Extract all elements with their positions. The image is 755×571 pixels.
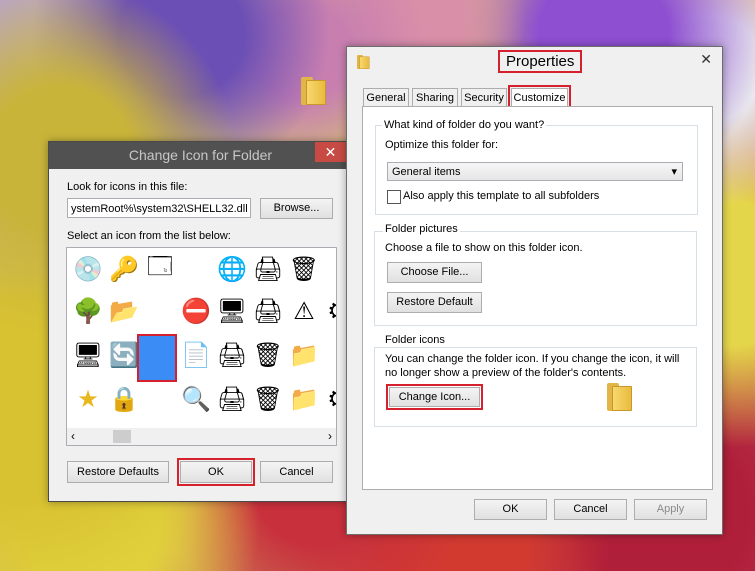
folder-type-label: What kind of folder do you want? [382,119,547,131]
apply-button[interactable]: Apply [634,499,707,520]
folder-front [306,80,326,105]
lock-icon[interactable]: 🔒 [107,382,141,416]
change-icon-title: Change Icon for Folder [128,147,273,163]
chevron-down-icon: ▾ [671,166,677,178]
choose-file-button[interactable]: Choose File... [387,262,482,283]
icon-file-path-input[interactable]: ystemRoot%\system32\SHELL32.dll [67,198,251,218]
pictures-description: Choose a file to show on this folder ico… [385,242,583,254]
folder-arrow-icon[interactable]: 📂 [107,294,141,328]
icons-description-line2: no longer show a preview of the folder's… [385,367,627,379]
tab-general[interactable]: General [363,88,409,106]
change-icon-dialog: Change Icon for Folder ✕ Look for icons … [48,141,353,502]
restore-default-button[interactable]: Restore Default [387,292,482,313]
gear-icon[interactable]: ⚙ [321,382,336,416]
folder-pictures-label: Folder pictures [383,223,460,235]
subfolders-label: Also apply this template to all subfolde… [403,190,600,202]
globe-search-icon[interactable]: 🌐 [215,252,249,286]
printer-add-icon[interactable]: 🖨 [215,382,249,416]
folder-preview-icon [607,383,633,411]
control-panel-icon[interactable]: 🖥 [215,294,249,328]
change-icon-button[interactable]: Change Icon... [386,384,483,410]
printer-icon[interactable]: 🖨 [251,294,285,328]
warning-icon[interactable]: ⚠ [287,294,321,328]
folder-small-icon [357,55,370,69]
computer-folder-icon[interactable]: 🖥 [71,338,105,372]
scroll-right-arrow[interactable]: › [328,429,332,443]
folder-warning-icon[interactable]: 📁 [287,338,321,372]
browse-button[interactable]: Browse... [260,198,333,219]
properties-title: Properties [497,50,583,73]
optimize-select[interactable]: General items ▾ [387,162,683,181]
printer-icon[interactable]: 🖨 [251,252,285,286]
selected-blank-icon[interactable] [137,334,177,382]
desktop-folder-icon[interactable] [301,77,327,105]
icon-list[interactable]: ⚙📁🗑🖨🔍🔒★📁🗑🖨📄🔄🖥⚙⚠🖨🖥⛔📂🌳🗑🖨🌐🗔🔑💿 ‹ › [66,247,337,446]
scrollbar-thumb[interactable] [113,430,131,443]
drive-error-icon[interactable]: ⛔ [179,294,213,328]
subfolders-checkbox[interactable] [387,190,401,204]
ok-button[interactable]: OK [474,499,547,520]
properties-dialog: Properties ✕ General Sharing Security Cu… [346,46,723,535]
change-icon-titlebar: Change Icon for Folder ✕ [49,142,352,169]
tab-sharing[interactable]: Sharing [412,88,458,106]
cd-drive-icon[interactable]: 💿 [71,252,105,286]
star-icon[interactable]: ★ [71,382,105,416]
gear-icon[interactable]: ⚙ [321,294,336,328]
tab-security[interactable]: Security [461,88,507,106]
ok-button[interactable]: OK [177,458,255,486]
close-button[interactable]: ✕ [700,51,712,68]
restore-defaults-button[interactable]: Restore Defaults [67,461,169,483]
optimize-value: General items [392,166,461,178]
recycle-bin-icon[interactable]: 🗑 [251,338,285,372]
tree-icon[interactable]: 🌳 [71,294,105,328]
key-icon[interactable]: 🔑 [107,252,141,286]
network-sync-icon[interactable]: 🔄 [107,338,141,372]
cancel-button[interactable]: Cancel [260,461,333,483]
folder-front [359,56,370,69]
tab-customize[interactable]: Customize [508,85,571,110]
look-for-label: Look for icons in this file: [67,181,188,193]
documents-icon[interactable]: 📄 [179,338,213,372]
magnifier-icon[interactable]: 🔍 [179,382,213,416]
run-window-icon[interactable]: 🗔 [143,252,177,286]
recycle-bin-icon[interactable]: 🗑 [251,382,285,416]
folder-icons-label: Folder icons [383,334,447,346]
scroll-left-arrow[interactable]: ‹ [71,429,75,443]
optimize-label: Optimize this folder for: [385,139,499,151]
printer-icon[interactable]: 🖨 [215,338,249,372]
icons-description-line1: You can change the folder icon. If you c… [385,353,680,365]
recycle-bin-icon[interactable]: 🗑 [287,252,321,286]
close-button[interactable]: ✕ [315,142,346,162]
folder-front [612,386,632,411]
select-icon-label: Select an icon from the list below: [67,230,231,242]
cancel-button[interactable]: Cancel [554,499,627,520]
folder-edit-icon[interactable]: 📁 [287,382,321,416]
horizontal-scrollbar[interactable]: ‹ › [67,428,336,445]
